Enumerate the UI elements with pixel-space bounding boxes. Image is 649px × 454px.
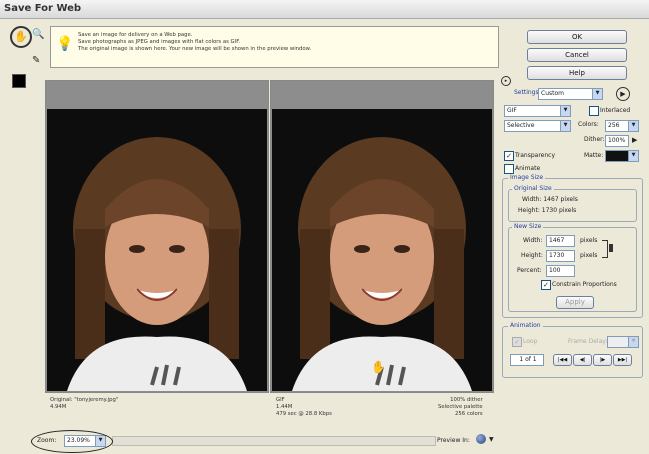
eyedropper-tool-icon[interactable]: ✎ <box>32 56 42 66</box>
interlaced-checkbox[interactable] <box>589 106 599 116</box>
loop-label: Loop <box>523 338 538 345</box>
color-swatch[interactable] <box>12 74 26 88</box>
hand-tool-icon[interactable]: ✋ <box>10 26 32 48</box>
optimized-format: GIF <box>276 397 285 403</box>
original-size-group <box>508 189 637 222</box>
chain-link-icon <box>609 244 613 252</box>
colors-label: Colors: <box>578 121 599 128</box>
chevron-down-icon: ▼ <box>628 121 638 131</box>
last-frame-button[interactable]: ▶▶| <box>613 354 632 366</box>
optimize-menu-icon[interactable]: ▶ <box>616 87 630 101</box>
width-unit: pixels <box>580 237 598 244</box>
original-filename: Original: "tonyjeremy.jpg" <box>50 397 119 403</box>
matte-label: Matte: <box>584 152 604 159</box>
percent-field[interactable]: 100 <box>546 265 575 277</box>
constrain-label: Constrain Proportions <box>552 281 617 288</box>
ok-button[interactable]: OK <box>527 30 627 44</box>
animate-label: Animate <box>515 165 541 172</box>
frame-counter: 1 of 1 <box>510 354 544 366</box>
next-frame-button[interactable]: |▶ <box>593 354 612 366</box>
optimized-colors: 256 colors <box>455 411 483 417</box>
tip-text: Save an image for delivery on a Web page… <box>78 32 488 53</box>
dither-label: Dither: <box>584 136 605 143</box>
prev-frame-button[interactable]: ◀| <box>573 354 592 366</box>
optimize-circle-icon[interactable]: ▸ <box>501 76 511 86</box>
apply-button[interactable]: Apply <box>556 296 594 309</box>
portrait-image <box>47 109 267 391</box>
chevron-down-icon: ▼ <box>628 151 638 161</box>
portrait-image <box>272 109 492 391</box>
zoom-highlight-oval <box>31 430 113 453</box>
optimized-dither: 100% dither <box>450 397 483 403</box>
title-bar: Save For Web <box>0 0 649 19</box>
percent-label: Percent: <box>517 267 542 274</box>
zoom-tool-icon[interactable]: 🔍 <box>32 29 44 41</box>
original-preview-pane[interactable] <box>45 80 269 393</box>
window-title: Save For Web <box>4 3 82 14</box>
optimized-photo <box>272 109 492 391</box>
original-width: Width: 1467 pixels <box>522 196 578 203</box>
cancel-button[interactable]: Cancel <box>527 48 627 62</box>
preset-select[interactable]: Custom ▼ <box>538 88 603 100</box>
loop-checkbox[interactable]: ✓ <box>512 337 522 347</box>
width-field[interactable]: 1467 <box>546 235 575 247</box>
hand-cursor-icon: ✋ <box>371 360 386 374</box>
palette-value: Selective <box>507 122 535 129</box>
settings-label: Settings: <box>514 89 541 96</box>
height-field[interactable]: 1730 <box>546 250 575 262</box>
colors-select[interactable]: 256 ▼ <box>605 120 639 132</box>
new-size-title: New Size <box>512 223 544 230</box>
optimized-palette: Selective palette <box>438 404 483 410</box>
palette-select[interactable]: Selective ▼ <box>504 120 571 132</box>
format-select[interactable]: GIF ▼ <box>504 105 571 117</box>
format-value: GIF <box>507 107 517 114</box>
original-caption: Original: "tonyjeremy.jpg" 4.94M <box>50 397 118 411</box>
optimized-filesize: 1.44M <box>276 404 293 410</box>
chevron-down-icon: ▼ <box>560 106 570 116</box>
browser-globe-icon[interactable] <box>476 434 486 444</box>
tip-line: Save an image for delivery on a Web page… <box>78 32 193 38</box>
tool-column: ✋ 🔍 ✎ <box>4 20 48 130</box>
preview-in-label: Preview In: <box>437 437 470 444</box>
optimized-download-time: 479 sec @ 28.8 Kbps <box>276 411 332 417</box>
original-size-title: Original Size <box>512 185 554 192</box>
chevron-down-icon[interactable]: ▼ <box>489 436 494 443</box>
tip-line: The original image is shown here. Your n… <box>78 46 312 52</box>
interlaced-label: Interlaced <box>600 107 631 114</box>
optimized-preview-pane[interactable] <box>270 80 494 393</box>
original-photo <box>47 109 267 391</box>
status-bar <box>112 436 436 446</box>
chevron-down-icon: ▼ <box>628 337 638 347</box>
dither-field[interactable]: 100% <box>605 135 629 147</box>
animation-title: Animation <box>508 322 543 329</box>
height-unit: pixels <box>580 252 598 259</box>
dither-slider-icon[interactable]: ▶ <box>632 136 637 144</box>
optimize-panel: ▸ Settings: Custom ▼ ▶ GIF ▼ Interlaced … <box>498 76 645 378</box>
optimized-caption-left: GIF 1.44M 479 sec @ 28.8 Kbps <box>276 397 332 418</box>
transparency-label: Transparency <box>515 152 556 159</box>
optimized-caption-right: 100% dither Selective palette 256 colors <box>438 397 483 418</box>
original-filesize: 4.94M <box>50 404 67 410</box>
height-label: Height: <box>521 252 543 259</box>
colors-value: 256 <box>608 122 620 129</box>
transparency-checkbox[interactable]: ✓ <box>504 151 514 161</box>
image-size-title: Image Size <box>508 174 546 181</box>
chevron-down-icon: ▼ <box>560 121 570 131</box>
matte-select[interactable]: ▼ <box>605 150 639 162</box>
first-frame-button[interactable]: |◀◀ <box>553 354 572 366</box>
frame-delay-label: Frame Delay: <box>568 338 608 345</box>
frame-delay-select[interactable]: ▼ <box>607 336 639 348</box>
animate-checkbox[interactable] <box>504 164 514 174</box>
animation-group <box>502 326 643 378</box>
width-label: Width: <box>523 237 543 244</box>
chevron-down-icon: ▼ <box>592 89 602 99</box>
preset-value: Custom <box>541 90 564 97</box>
constrain-checkbox[interactable]: ✓ <box>541 280 551 290</box>
lightbulb-icon: 💡 <box>56 36 74 52</box>
link-bracket <box>602 240 608 258</box>
original-height: Height: 1730 pixels <box>518 207 577 214</box>
tip-line: Save photographs as JPEG and images with… <box>78 39 241 45</box>
